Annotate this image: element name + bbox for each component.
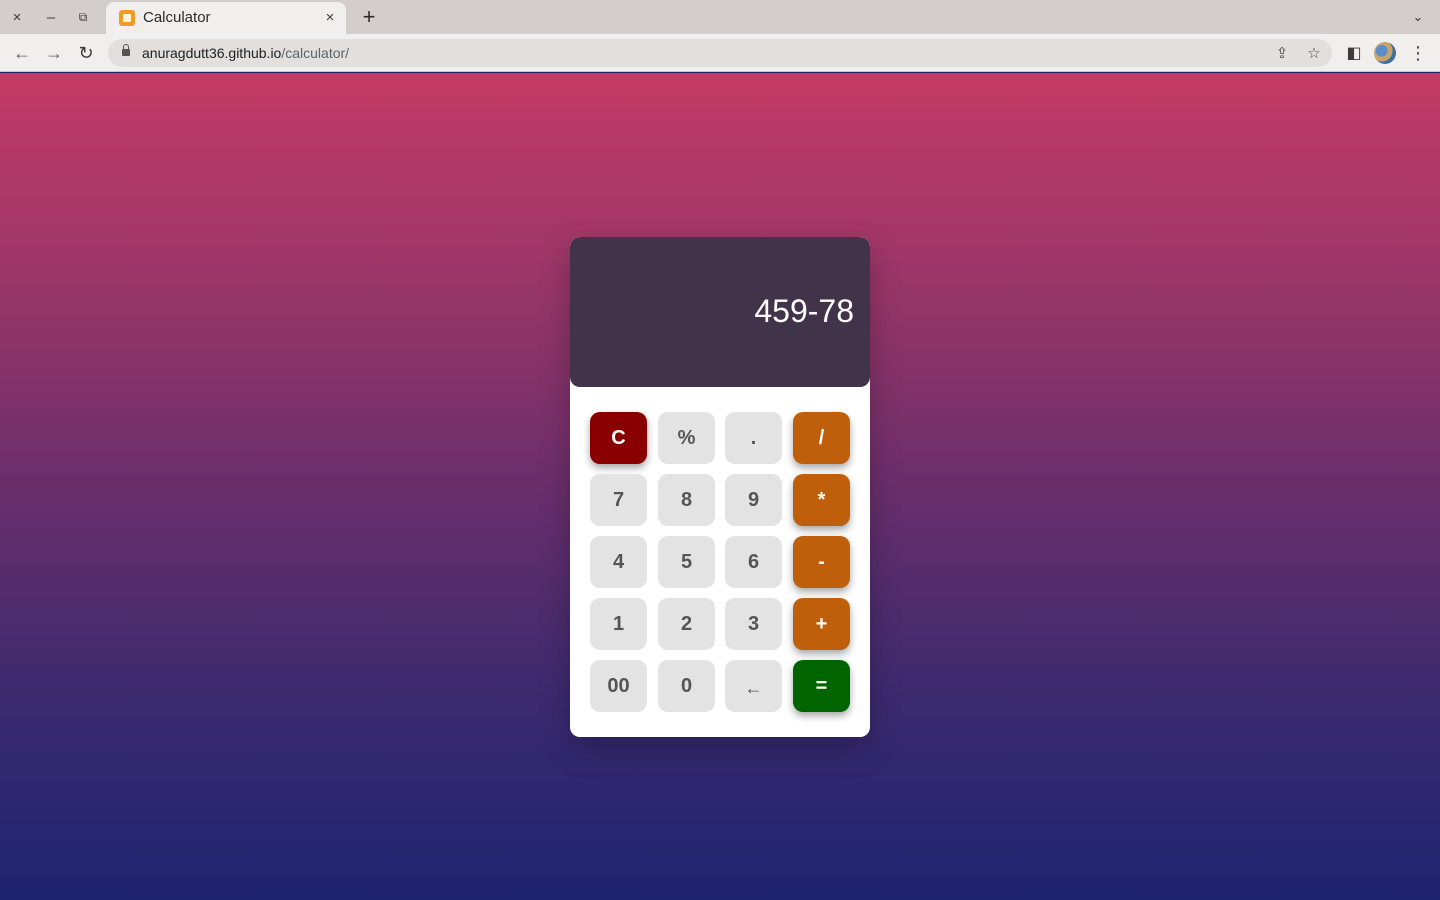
multiply-button[interactable]: *: [793, 474, 850, 526]
clear-button[interactable]: C: [590, 412, 647, 464]
digit-0-button[interactable]: 0: [658, 660, 715, 712]
equals-button[interactable]: =: [793, 660, 850, 712]
restore-icon[interactable]: ⧉: [67, 0, 99, 34]
add-button[interactable]: +: [793, 598, 850, 650]
keypad: C%./7 8 9 * 4 5 6-1 2 3 +00 0 ← =: [590, 412, 850, 712]
digit-9-button[interactable]: 9: [725, 474, 782, 526]
display-value: 459-78: [754, 293, 854, 329]
back-icon[interactable]: ←: [8, 38, 36, 68]
digit-8-button[interactable]: 8: [658, 474, 715, 526]
url-text[interactable]: anuragdutt36.github.io/calculator/: [142, 45, 349, 61]
close-window-icon[interactable]: ×: [1, 0, 33, 34]
subtract-button[interactable]: -: [793, 536, 850, 588]
address-bar[interactable]: anuragdutt36.github.io/calculator/ ⇪ ☆: [108, 39, 1332, 67]
bookmark-star-icon[interactable]: ☆: [1304, 43, 1324, 63]
percent-button[interactable]: %: [658, 412, 715, 464]
digit-3-button[interactable]: 3: [725, 598, 782, 650]
digit-7-button[interactable]: 7: [590, 474, 647, 526]
share-icon[interactable]: ⇪: [1272, 43, 1292, 63]
url-path: /calculator/: [281, 45, 350, 61]
side-panel-icon[interactable]: ◧: [1341, 40, 1367, 66]
menu-icon[interactable]: ⋮: [1405, 40, 1431, 66]
tab-bar: × – ⧉ Calculator × + ⌄: [0, 0, 1440, 34]
minimize-icon[interactable]: –: [35, 0, 67, 34]
digit-4-button[interactable]: 4: [590, 536, 647, 588]
browser-toolbar: ← → ↻ anuragdutt36.github.io/calculator/…: [0, 34, 1440, 72]
new-tab-button[interactable]: +: [356, 3, 382, 31]
lock-icon[interactable]: [122, 44, 130, 58]
profile-avatar[interactable]: [1374, 42, 1396, 64]
decimal-button[interactable]: .: [725, 412, 782, 464]
page-background: 459-78 C%./7 8 9 * 4 5 6-1 2 3 +00 0 ← =: [0, 73, 1440, 900]
digit-1-button[interactable]: 1: [590, 598, 647, 650]
calculator-favicon-icon: [119, 10, 135, 26]
backspace-button[interactable]: ←: [725, 660, 782, 712]
digit-5-button[interactable]: 5: [658, 536, 715, 588]
tab-calculator[interactable]: Calculator ×: [106, 2, 346, 34]
divide-button[interactable]: /: [793, 412, 850, 464]
double-zero-button[interactable]: 00: [590, 660, 647, 712]
tab-close-icon[interactable]: ×: [320, 7, 340, 27]
tab-list-icon[interactable]: ⌄: [1408, 4, 1428, 30]
digit-6-button[interactable]: 6: [725, 536, 782, 588]
url-host: anuragdutt36.github.io: [142, 45, 282, 61]
tab-title: Calculator: [143, 9, 211, 26]
reload-icon[interactable]: ↻: [72, 38, 100, 68]
forward-icon[interactable]: →: [40, 38, 68, 68]
digit-2-button[interactable]: 2: [658, 598, 715, 650]
calculator: 459-78 C%./7 8 9 * 4 5 6-1 2 3 +00 0 ← =: [570, 237, 870, 737]
calculator-display: 459-78: [570, 237, 870, 387]
